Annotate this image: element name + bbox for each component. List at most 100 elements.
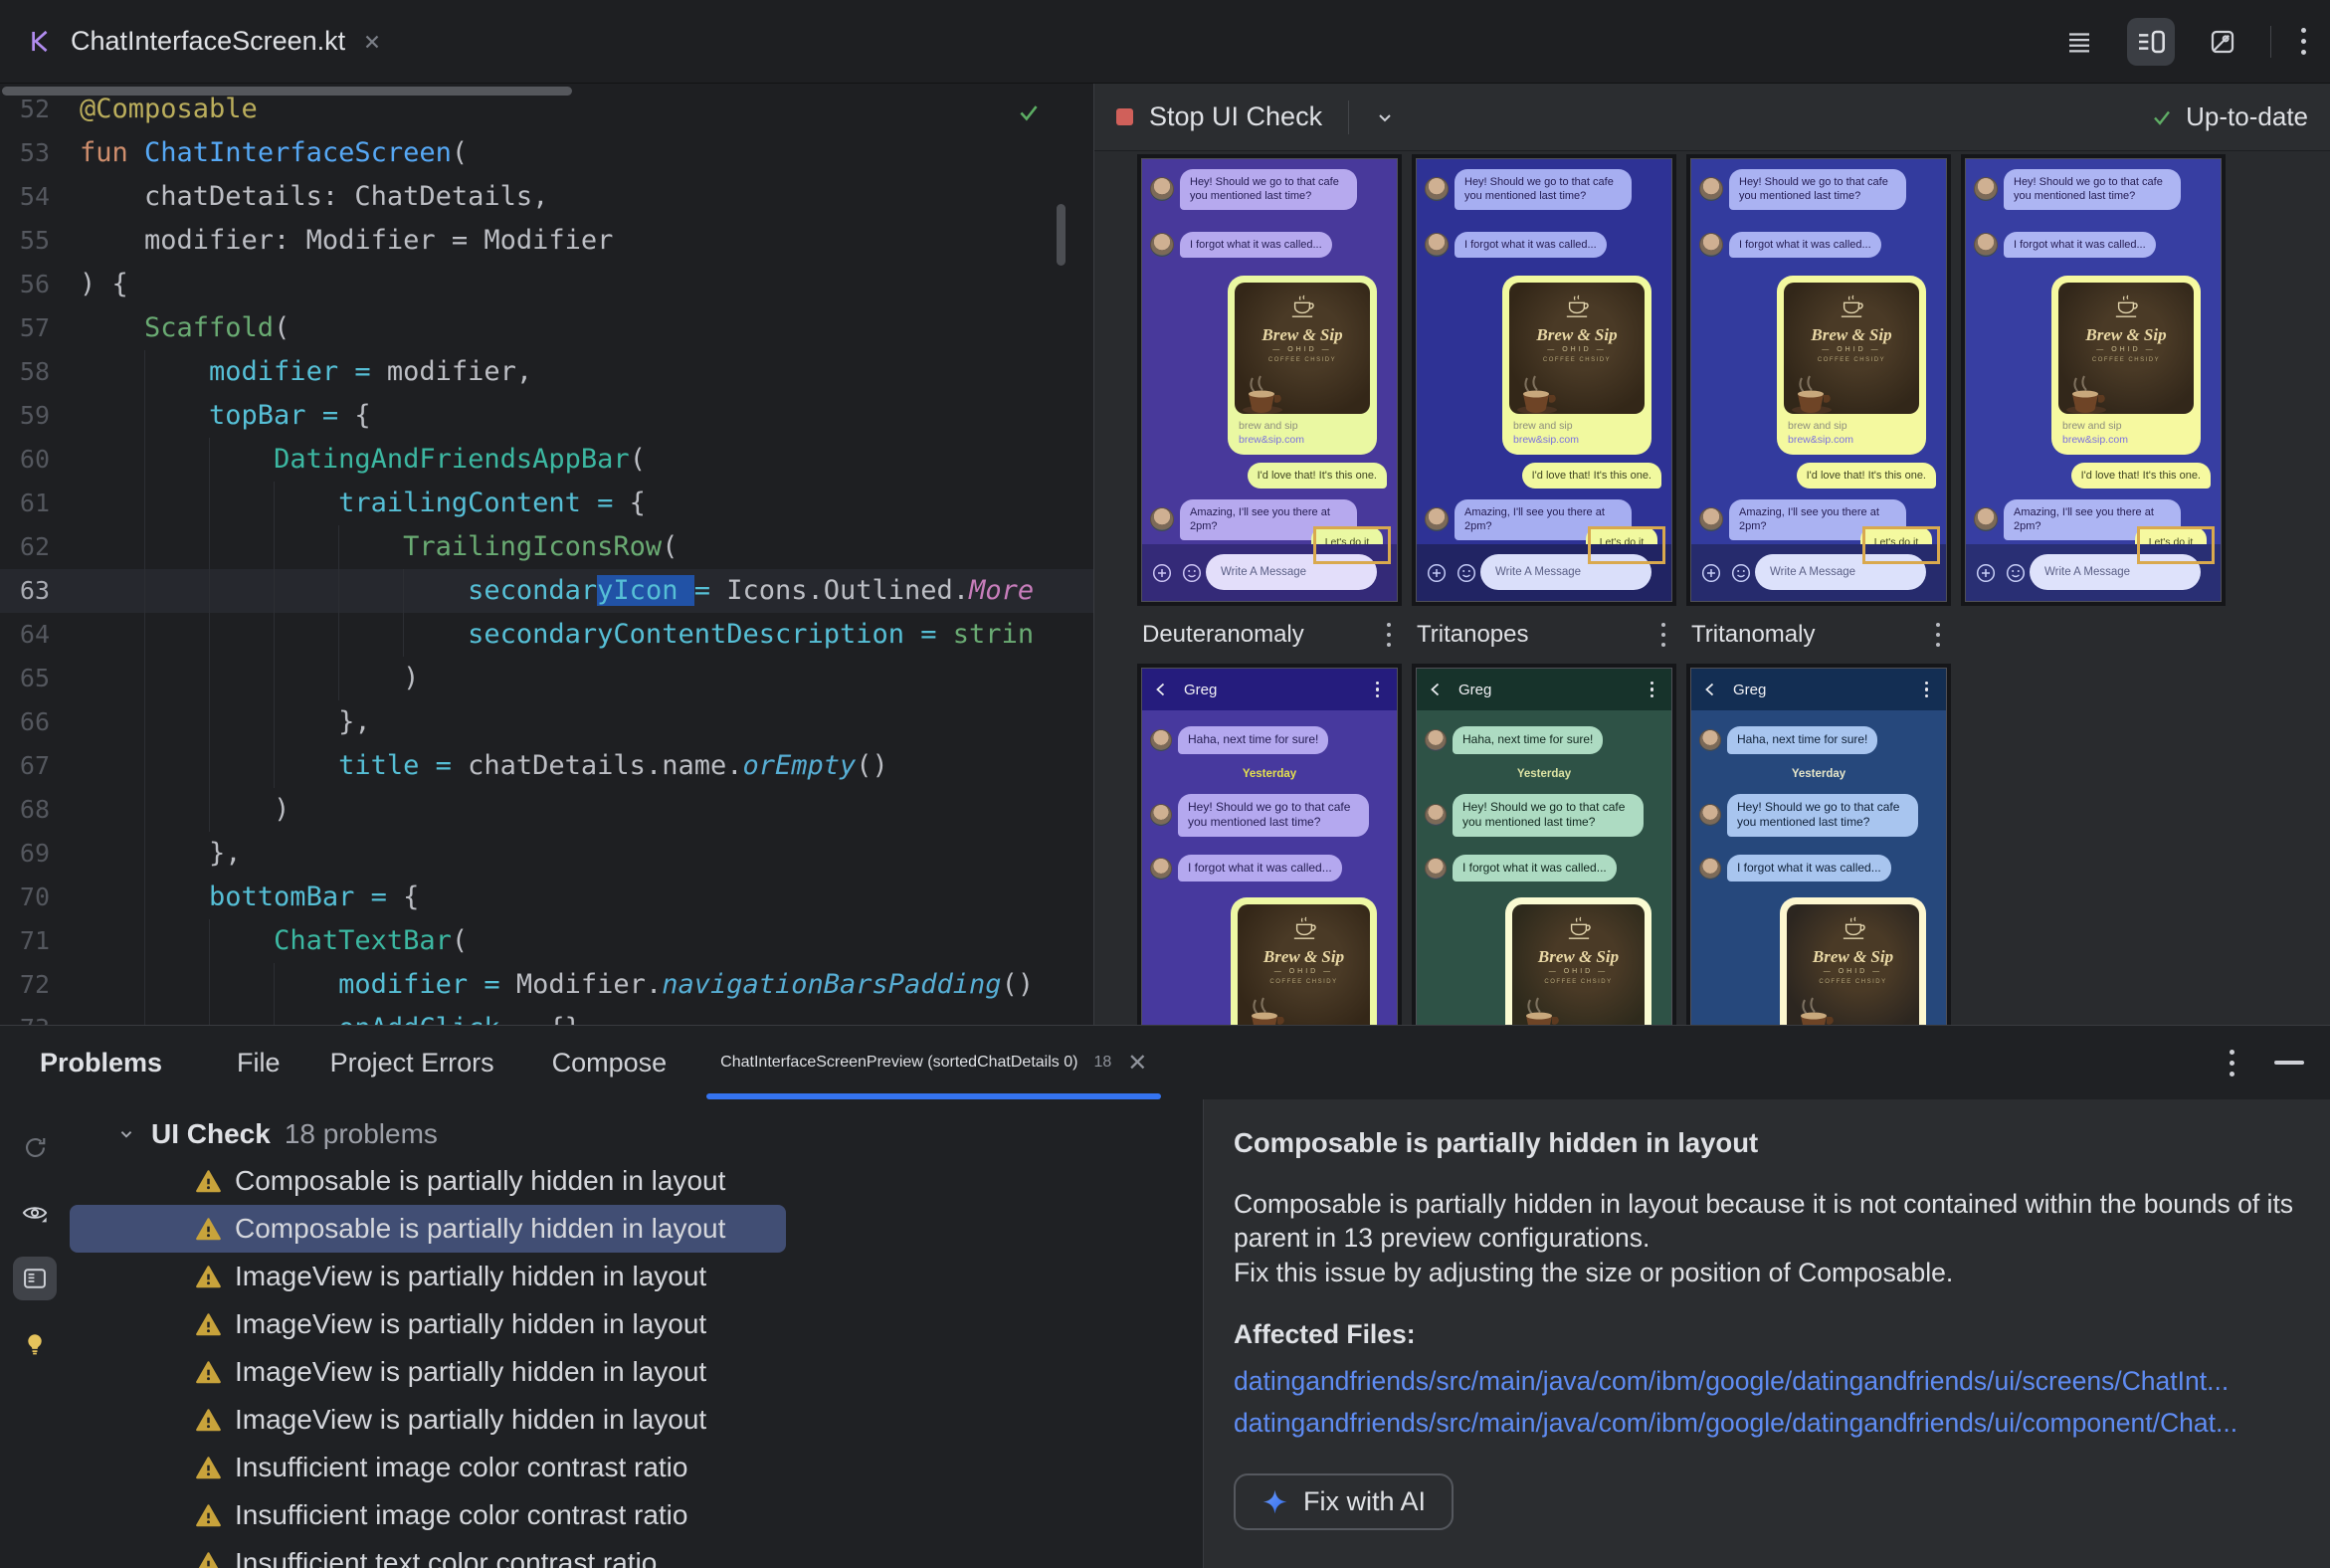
problem-item[interactable]: Insufficient text color contrast ratio (70, 1539, 786, 1568)
code-line[interactable]: 59 topBar = { (0, 394, 1093, 438)
add-icon[interactable] (1976, 563, 1996, 583)
chat-kebab-menu[interactable] (1919, 676, 1935, 704)
panel-kebab-menu[interactable] (2224, 1044, 2240, 1082)
editor-tab[interactable]: ChatInterfaceScreen.kt (0, 0, 407, 83)
code-line[interactable]: 57 Scaffold( (0, 306, 1093, 350)
device-preview[interactable]: Greg Haha, next time for sure! Yesterday He… (1142, 669, 1397, 1025)
tab-compose[interactable]: Compose (552, 1048, 668, 1078)
code-line[interactable]: 65) (0, 657, 1093, 700)
minimize-icon[interactable] (2274, 1061, 2304, 1065)
add-icon[interactable] (1152, 563, 1172, 583)
code-line[interactable]: 52 @Composable (0, 88, 1093, 131)
tab-project-errors[interactable]: Project Errors (330, 1048, 494, 1078)
emoji-icon[interactable] (1456, 563, 1476, 583)
card-link[interactable]: brew&sip.com (1788, 434, 1919, 446)
card-link[interactable]: brew&sip.com (1513, 434, 1645, 446)
link-preview-card[interactable]: Brew & Sip — OHID — COFFEE CHSIDY brew and … (1228, 275, 1377, 455)
problem-item[interactable]: ImageView is partially hidden in layout (70, 1253, 786, 1300)
add-icon[interactable] (1701, 563, 1721, 583)
variant-kebab-menu[interactable] (1381, 617, 1397, 653)
link-preview-card[interactable]: Brew & Sip — OHID — COFFEE CHSIDY (1780, 897, 1926, 1025)
problem-item[interactable]: Composable is partially hidden in layout (70, 1157, 786, 1205)
lint-warning-highlight (1588, 526, 1665, 564)
code-line[interactable]: 64 secondaryContentDescription = strin (0, 613, 1093, 657)
code-view-button[interactable] (2055, 18, 2103, 66)
affected-file-link[interactable]: datingandfriends/src/main/java/com/ibm/g… (1234, 1406, 2300, 1440)
problem-item[interactable]: ImageView is partially hidden in layout (70, 1396, 786, 1444)
tab-close-icon[interactable]: ✕ (1127, 1049, 1147, 1078)
code-line[interactable]: 54 chatDetails: ChatDetails, (0, 175, 1093, 219)
code-line[interactable]: 68) (0, 788, 1093, 832)
tab-close-icon[interactable] (361, 31, 383, 53)
code-line[interactable]: 67 title = chatDetails.name.orEmpty() (0, 744, 1093, 788)
link-preview-card[interactable]: Brew & Sip — OHID — COFFEE CHSIDY brew and … (2051, 275, 2201, 455)
split-view-button[interactable] (2127, 17, 2175, 66)
code-text: secondaryIcon = Icons.Outlined.More (80, 569, 1093, 613)
problem-item[interactable]: Insufficient image color contrast ratio (70, 1444, 786, 1491)
add-icon[interactable] (1427, 563, 1447, 583)
code-line[interactable]: 58 modifier = modifier, (0, 350, 1093, 394)
link-preview-card[interactable]: Brew & Sip — OHID — COFFEE CHSIDY brew and … (1502, 275, 1651, 455)
emoji-icon[interactable] (2006, 563, 2026, 583)
device-preview[interactable]: Hey! Should we go to that cafe you menti… (1417, 159, 1671, 601)
chat-message-row: I'd love that! It's this one. (1691, 462, 1946, 490)
chat-message-row: I forgot what it was called... (1142, 854, 1397, 882)
back-icon[interactable] (1154, 683, 1168, 696)
code-line[interactable]: 60 DatingAndFriendsAppBar( (0, 438, 1093, 482)
chevron-down-icon (120, 1131, 132, 1138)
code-line[interactable]: 72 modifier = Modifier.navigationBarsPadd… (0, 963, 1093, 1007)
problems-group-header[interactable]: UI Check 18 problems (70, 1111, 1203, 1157)
link-preview-card[interactable]: Brew & Sip — OHID — COFFEE CHSIDY (1505, 897, 1651, 1025)
tab-file[interactable]: File (237, 1048, 281, 1078)
problem-item[interactable]: ImageView is partially hidden in layout (70, 1300, 786, 1348)
inspections-ok-icon[interactable] (1016, 99, 1042, 125)
chat-kebab-menu[interactable] (1645, 676, 1660, 704)
tab-ui-check-preview[interactable]: ChatInterfaceScreenPreview (sortedChatDe… (706, 1026, 1162, 1099)
code-line[interactable]: 66}, (0, 700, 1093, 744)
code-line[interactable]: 53 fun ChatInterfaceScreen( (0, 131, 1093, 175)
code-line[interactable]: 73onAddClick = {} (0, 1007, 1093, 1025)
chat-kebab-menu[interactable] (1370, 676, 1386, 704)
fix-with-ai-button[interactable]: Fix with AI (1234, 1473, 1455, 1531)
details-layout-button[interactable] (13, 1257, 57, 1300)
problem-item[interactable]: Insufficient image color contrast ratio (70, 1491, 786, 1539)
back-icon[interactable] (1703, 683, 1717, 696)
card-link[interactable]: brew&sip.com (2062, 434, 2194, 446)
design-view-button[interactable] (2199, 18, 2246, 66)
line-number: 62 (19, 532, 50, 561)
back-icon[interactable] (1429, 683, 1443, 696)
vertical-scrollbar[interactable] (1057, 204, 1066, 266)
code-line[interactable]: 70 bottomBar = { (0, 876, 1093, 919)
device-preview[interactable]: Hey! Should we go to that cafe you menti… (1966, 159, 2221, 601)
code-line[interactable]: 63 secondaryIcon = Icons.Outlined.More (0, 569, 1093, 613)
variant-kebab-menu[interactable] (1655, 617, 1671, 653)
link-preview-card[interactable]: Brew & Sip — OHID — COFFEE CHSIDY brew and … (1777, 275, 1926, 455)
code-token: { (386, 882, 420, 912)
code-line[interactable]: 61 trailingContent = { (0, 482, 1093, 525)
code-line[interactable]: 62 TrailingIconsRow( (0, 525, 1093, 569)
code-line[interactable]: 56) { (0, 263, 1093, 306)
preview-visibility-button[interactable] (13, 1191, 57, 1235)
emoji-icon[interactable] (1731, 563, 1751, 583)
emoji-icon[interactable] (1182, 563, 1202, 583)
problem-item[interactable]: Composable is partially hidden in layout (70, 1205, 786, 1253)
code-line[interactable]: 69}, (0, 832, 1093, 876)
device-preview[interactable]: Hey! Should we go to that cafe you menti… (1691, 159, 1946, 601)
variant-kebab-menu[interactable] (1930, 617, 1946, 653)
refresh-button[interactable] (13, 1125, 57, 1169)
code-editor[interactable]: 52 @Composable 53 fun ChatInterfaceScreen(5… (0, 84, 1094, 1025)
stop-ui-check-button[interactable]: Stop UI Check (1116, 101, 1322, 132)
code-line[interactable]: 71 ChatTextBar( (0, 919, 1093, 963)
chevron-down-icon[interactable] (1373, 105, 1397, 129)
device-preview[interactable]: Greg Haha, next time for sure! Yesterday He… (1691, 669, 1946, 1025)
device-preview[interactable]: Hey! Should we go to that cafe you menti… (1142, 159, 1397, 601)
quick-fix-button[interactable] (13, 1322, 57, 1366)
code-line[interactable]: 55 modifier: Modifier = Modifier (0, 219, 1093, 263)
editor-kebab-menu[interactable] (2295, 22, 2312, 61)
code-area[interactable]: 52 @Composable 53 fun ChatInterfaceScreen(5… (0, 88, 1093, 1025)
affected-file-link[interactable]: datingandfriends/src/main/java/com/ibm/g… (1234, 1364, 2300, 1398)
device-preview[interactable]: Greg Haha, next time for sure! Yesterday He… (1417, 669, 1671, 1025)
problem-item[interactable]: ImageView is partially hidden in layout (70, 1348, 786, 1396)
link-preview-card[interactable]: Brew & Sip — OHID — COFFEE CHSIDY (1231, 897, 1377, 1025)
card-link[interactable]: brew&sip.com (1239, 434, 1370, 446)
